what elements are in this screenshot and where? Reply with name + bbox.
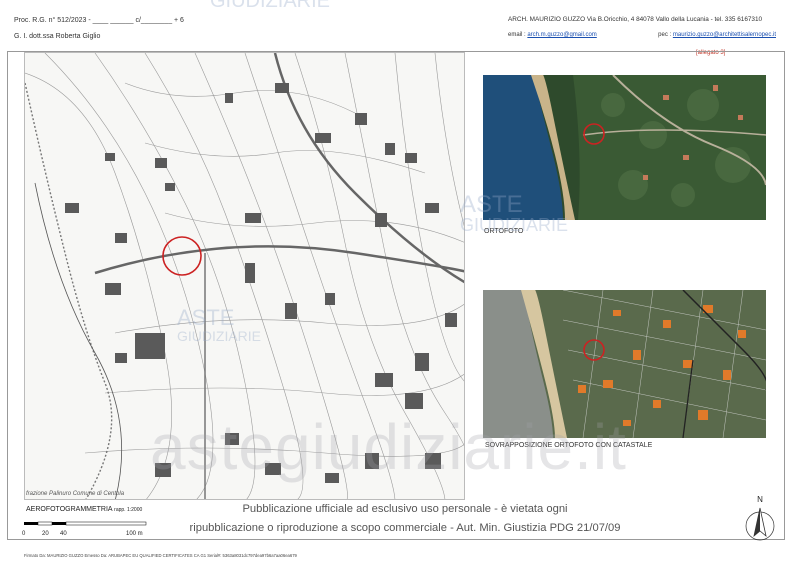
header-left: Proc. R.G. n° 512/2023 - ____ ______ c/_… (14, 16, 184, 42)
digital-signature: Firmato Da: MAURIZIO GUZZO Emesso Da: AR… (24, 553, 297, 558)
watermark-giudiziarie-text: GIUDIZIARIE (177, 328, 262, 344)
frazione-label: frazione Palinuro Comune di Centola (26, 491, 125, 497)
scale-label-20: 20 (42, 531, 49, 537)
aero-title: AEROFOTOGRAMMETRIA (26, 506, 113, 513)
judge-name: G. I. dott.ssa Roberta Giglio (14, 33, 101, 40)
pec-link[interactable]: maurizio.guzzo@architettisalernopec.it (673, 32, 776, 38)
email-label: email : (508, 32, 528, 38)
pec-block: pec : maurizio.guzzo@architettisalernope… (658, 32, 776, 38)
scale-label-100: 100 m (126, 531, 143, 537)
north-arrow: N (740, 495, 780, 545)
pec-label: pec : (658, 32, 673, 38)
scale-bar: 0 20 40 100 m (16, 519, 166, 541)
watermark-big: astegiudiziarie.it (150, 411, 627, 483)
watermark-aste-left: ASTE GIUDIZIARIE (177, 305, 262, 345)
email-block: email : arch.m.guzzo@gmail.com (508, 32, 597, 38)
watermark-top: GIUDIZIARIE (210, 0, 331, 12)
notice-line-1: Pubblicazione ufficiale ad esclusivo uso… (242, 503, 568, 515)
scale-label-0: 0 (22, 531, 26, 537)
watermark-aste-right: ASTE GIUDIZIARIE (460, 191, 569, 236)
watermark-aste-text-right: ASTE (460, 191, 523, 218)
watermark-giudiziarie-text-right: GIUDIZIARIE (460, 215, 569, 235)
email-link[interactable]: arch.m.guzzo@gmail.com (527, 32, 596, 38)
scale-label-40: 40 (60, 531, 67, 537)
publication-notice: Pubblicazione ufficiale ad esclusivo uso… (170, 500, 640, 538)
compass-icon (745, 507, 775, 541)
north-label: N (757, 495, 763, 504)
aero-caption: AEROFOTOGRAMMETRIA rapp. 1:2000 (26, 506, 142, 513)
aero-scale: rapp. 1:2000 (114, 507, 143, 513)
watermark-aste-text: ASTE (177, 305, 235, 330)
architect-info: ARCH. MAURIZIO GUZZO Via B.Oricchio, 4 8… (508, 16, 763, 23)
scale-bar-graphic (24, 521, 147, 526)
notice-line-2: ripubblicazione o riproduzione a scopo c… (189, 522, 621, 534)
procedure-number: Proc. R.G. n° 512/2023 - ____ ______ c/_… (14, 17, 184, 24)
contact-line: email : arch.m.guzzo@gmail.com pec : mau… (508, 32, 776, 38)
